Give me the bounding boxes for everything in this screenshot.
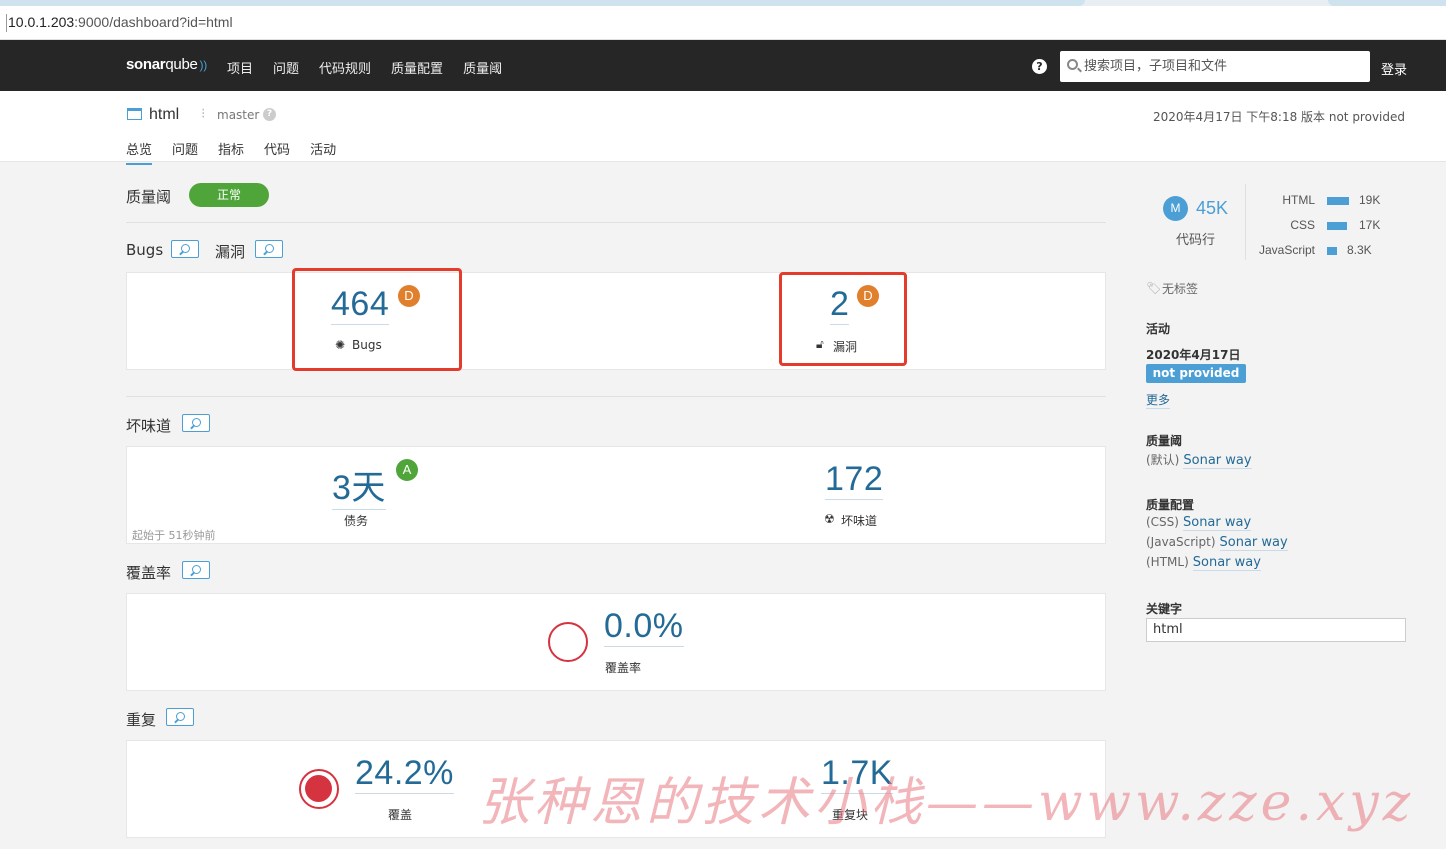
project-icon	[127, 108, 142, 120]
code-smell-icon: ☢	[824, 512, 835, 526]
duplications-bubble-icon	[299, 769, 339, 809]
leak-period-since: 起始于 51秒钟前	[132, 529, 216, 542]
language-row: JavaScript 8.3K	[1246, 243, 1406, 259]
coverage-donut-icon	[548, 622, 588, 662]
code-smells-label: 坏味道	[841, 514, 878, 528]
activity-date: 2020年4月17日	[1146, 348, 1241, 362]
tab-issues[interactable]: 问题	[172, 139, 198, 165]
tab-measures[interactable]: 指标	[218, 139, 244, 165]
sonarqube-logo[interactable]: sonarqube))	[126, 56, 207, 73]
address-bar[interactable]: 10.0.1.203:9000/dashboard?id=html	[0, 6, 1446, 40]
watermark-text: 张种恩的技术小栈——www.zze.xyz	[478, 773, 1415, 833]
help-icon[interactable]: ?	[1032, 59, 1047, 74]
nav-issues[interactable]: 问题	[273, 58, 299, 77]
divider	[126, 222, 1106, 223]
maintainability-rating[interactable]: A	[396, 459, 418, 481]
keywords-field[interactable]: html	[1146, 618, 1406, 642]
url-text[interactable]: 10.0.1.203:9000/dashboard?id=html	[8, 14, 233, 30]
language-bar	[1327, 197, 1349, 205]
size-rating-badge: M	[1163, 196, 1188, 221]
duplications-label: 覆盖	[388, 808, 413, 822]
search-icon	[1067, 59, 1078, 70]
quality-gate-row: (默认) Sonar way	[1146, 453, 1252, 469]
language-name: CSS	[1290, 218, 1315, 232]
language-bar	[1327, 222, 1347, 230]
highlight-box-vulnerabilities	[779, 272, 907, 366]
nav-quality-profiles[interactable]: 质量配置	[391, 58, 443, 77]
vulnerabilities-drilldown-icon[interactable]	[255, 240, 283, 258]
coverage-section-title: 覆盖率	[126, 564, 172, 582]
code-smells-section-title: 坏味道	[126, 417, 172, 435]
tab-code[interactable]: 代码	[264, 139, 290, 165]
code-smells-card	[126, 446, 1106, 544]
project-tabs: 总览 问题 指标 代码 活动	[126, 139, 356, 165]
debt-value[interactable]: 3天	[332, 460, 386, 510]
coverage-label: 覆盖率	[605, 661, 642, 675]
quality-profile-link[interactable]: Sonar way	[1182, 515, 1252, 531]
vulnerabilities-section-title: 漏洞	[215, 243, 246, 261]
search-box[interactable]	[1060, 51, 1370, 82]
project-header: html ⁝ master ? 2020年4月17日 下午8:18 版本 not…	[0, 91, 1446, 165]
quality-gate-title: 质量阈	[126, 188, 172, 206]
coverage-value[interactable]: 0.0%	[604, 607, 684, 647]
language-bar	[1327, 247, 1337, 255]
language-row: HTML 19K	[1246, 193, 1406, 209]
text-cursor	[6, 14, 7, 32]
nav-projects[interactable]: 项目	[227, 58, 253, 77]
version-badge: not provided	[1146, 364, 1246, 383]
tags-value[interactable]: 无标签	[1162, 280, 1198, 297]
coverage-drilldown-icon[interactable]	[182, 561, 210, 579]
quality-profile-row: (CSS) Sonar way	[1146, 515, 1252, 531]
quality-gate-sidebar-title: 质量阈	[1146, 434, 1183, 448]
login-link[interactable]: 登录	[1381, 59, 1407, 78]
language-row: CSS 17K	[1246, 218, 1406, 234]
quality-profiles-title: 质量配置	[1146, 498, 1195, 512]
logo-waves-icon: ))	[199, 58, 208, 72]
branch-help-icon[interactable]: ?	[263, 108, 276, 121]
activity-more-link[interactable]: 更多	[1146, 391, 1171, 409]
nav-rules[interactable]: 代码规则	[319, 58, 371, 77]
duplications-value[interactable]: 24.2%	[355, 754, 454, 794]
branch-name: master	[217, 108, 260, 122]
nav-links: 项目 问题 代码规则 质量配置 质量阈	[227, 58, 522, 77]
language-name: JavaScript	[1258, 243, 1315, 257]
project-name[interactable]: html	[149, 106, 179, 124]
tab-overview[interactable]: 总览	[126, 139, 153, 165]
keywords-title: 关键字	[1146, 602, 1183, 616]
language-value: 19K	[1359, 193, 1381, 207]
quality-profile-link[interactable]: Sonar way	[1192, 555, 1261, 571]
language-value: 17K	[1359, 218, 1381, 232]
code-smells-drilldown-icon[interactable]	[182, 414, 210, 432]
lines-of-code-label: 代码行	[1176, 233, 1216, 248]
quality-profile-row: (HTML) Sonar way	[1146, 555, 1261, 571]
bugs-section-title: Bugs	[126, 241, 164, 259]
analysis-meta: 2020年4月17日 下午8:18 版本 not provided	[1153, 110, 1405, 124]
language-name: HTML	[1282, 193, 1315, 207]
code-smells-value[interactable]: 172	[825, 460, 884, 500]
search-input[interactable]	[1084, 51, 1364, 82]
nav-quality-gates[interactable]: 质量阈	[463, 58, 502, 77]
top-navigation: sonarqube)) 项目 问题 代码规则 质量配置 质量阈 ? 登录	[0, 40, 1446, 91]
quality-profile-row: (JavaScript) Sonar way	[1146, 535, 1288, 551]
bugs-card	[126, 272, 1106, 370]
branch-icon: ⁝	[201, 106, 206, 122]
quality-gate-status-badge: 正常	[189, 183, 269, 207]
tab-activity[interactable]: 活动	[310, 139, 336, 165]
highlight-box-bugs	[292, 268, 462, 371]
activity-title: 活动	[1146, 322, 1171, 336]
tag-icon: 🏷︎	[1146, 281, 1162, 295]
quality-profile-link[interactable]: Sonar way	[1219, 535, 1288, 551]
duplications-drilldown-icon[interactable]	[166, 708, 194, 726]
bugs-drilldown-icon[interactable]	[171, 240, 199, 258]
language-value: 8.3K	[1347, 243, 1372, 257]
debt-label: 债务	[344, 514, 369, 528]
duplications-section-title: 重复	[126, 711, 157, 729]
quality-gate-link[interactable]: Sonar way	[1183, 453, 1252, 469]
divider	[126, 396, 1106, 397]
